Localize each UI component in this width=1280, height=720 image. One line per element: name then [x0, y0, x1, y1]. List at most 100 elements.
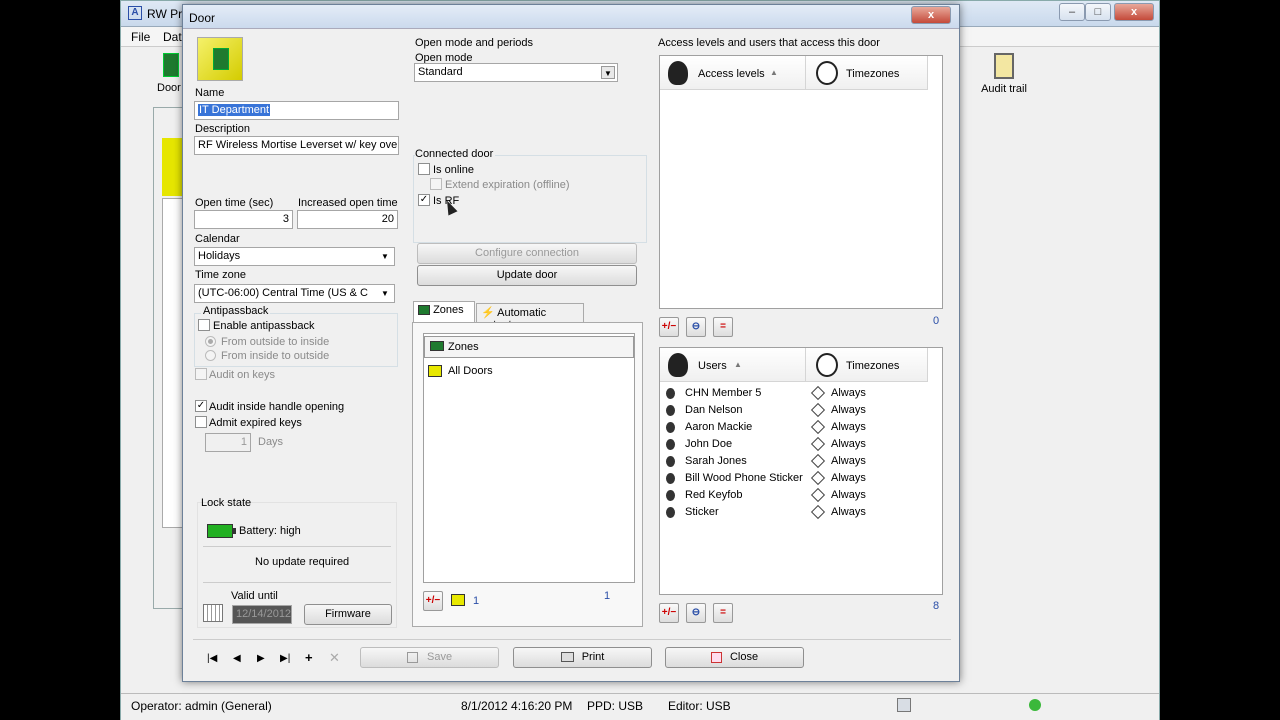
battery-label: Battery: high — [239, 525, 301, 537]
user-timezone: Always — [831, 421, 866, 433]
add-record-icon[interactable]: + — [305, 650, 313, 665]
chevron-down-icon: ▼ — [381, 252, 389, 261]
previous-record-icon[interactable]: ◀ — [233, 653, 241, 664]
user-timezone: Always — [831, 472, 866, 484]
last-record-icon[interactable]: ▶| — [280, 653, 290, 664]
increased-open-time-field[interactable]: 20 — [297, 210, 398, 229]
firmware-button[interactable]: Firmware — [304, 604, 392, 625]
zones-list: Zones All Doors — [423, 333, 635, 583]
save-label: Save — [426, 651, 453, 663]
menu-data[interactable]: Dat — [163, 30, 182, 44]
name-field[interactable]: IT Department — [194, 101, 399, 120]
extend-expiration-checkbox[interactable] — [430, 178, 442, 190]
maximize-button[interactable]: □ — [1085, 3, 1111, 21]
table-row[interactable]: Red Keyfob Always — [660, 487, 942, 504]
is-online-checkbox[interactable] — [418, 163, 430, 175]
table-row[interactable]: CHN Member 5 Always — [660, 385, 942, 402]
access-title: Access levels and users that access this… — [658, 37, 880, 49]
refresh-icon — [1029, 699, 1041, 711]
configure-connection-button[interactable]: Configure connection — [417, 243, 637, 264]
delete-record-icon[interactable]: ✕ — [329, 650, 340, 666]
table-row[interactable]: Sarah Jones Always — [660, 453, 942, 470]
days-field[interactable]: 1 — [205, 433, 251, 452]
dialog-close-button[interactable]: x — [911, 6, 951, 24]
edit-access-levels-button[interactable]: +/− — [659, 317, 679, 337]
open-time-field[interactable]: 3 — [194, 210, 293, 229]
extend-expiration-label: Extend expiration (offline) — [445, 179, 570, 191]
days-label: Days — [258, 436, 284, 448]
valid-until-field[interactable]: 12/14/2012 — [232, 605, 292, 624]
time-zone-select[interactable]: (UTC-06:00) Central Time (US & C ▼ — [194, 284, 395, 303]
access-levels-column-header[interactable]: Access levels ▲ — [660, 56, 806, 90]
minimize-button[interactable]: – — [1059, 3, 1085, 21]
audit-on-keys-checkbox[interactable] — [195, 368, 207, 380]
save-icon — [406, 651, 418, 663]
table-row[interactable]: Sticker Always — [660, 504, 942, 521]
audit-inside-checkbox[interactable]: ✓ — [195, 400, 207, 412]
user-icon — [666, 490, 675, 501]
name-label: Name — [195, 87, 225, 99]
open-mode-select[interactable]: Standard ▼ — [414, 63, 618, 82]
equal-user-button[interactable]: = — [713, 603, 733, 623]
user-timezone: Always — [831, 506, 866, 518]
zones-header-label: Zones — [448, 341, 479, 353]
table-row[interactable]: Dan Nelson Always — [660, 402, 942, 419]
chevron-down-icon: ▼ — [601, 66, 615, 79]
users-column-header[interactable]: Users ▲ — [660, 348, 806, 382]
zones-count-b: 1 — [604, 590, 611, 602]
from-inside-radio[interactable] — [205, 350, 216, 361]
connected-door-label: Connected door — [415, 148, 496, 160]
access-timezones-column-header[interactable]: Timezones — [806, 56, 928, 90]
table-row[interactable]: John Doe Always — [660, 436, 942, 453]
admit-expired-checkbox[interactable] — [195, 416, 207, 428]
user-icon — [666, 439, 675, 450]
valid-until-label: Valid until — [231, 590, 278, 602]
always-icon — [810, 402, 826, 418]
is-online-label: Is online — [433, 164, 474, 176]
users-timezones-header-label: Timezones — [846, 360, 900, 372]
access-levels-list: Access levels ▲ Timezones — [659, 55, 943, 309]
equal-access-level-button[interactable]: = — [713, 317, 733, 337]
next-record-icon[interactable]: ▶ — [257, 653, 265, 664]
is-rf-checkbox[interactable]: ✓ — [418, 194, 430, 206]
tab-zones[interactable]: Zones — [413, 301, 475, 322]
users-timezones-column-header[interactable]: Timezones — [806, 348, 928, 382]
user-timezone: Always — [831, 489, 866, 501]
toolbar-audit-trail-button[interactable]: Audit trail — [979, 53, 1029, 97]
print-button[interactable]: Print — [513, 647, 652, 668]
status-datetime: 8/1/2012 4:16:20 PM — [461, 699, 573, 713]
table-row[interactable]: Aaron Mackie Always — [660, 419, 942, 436]
open-mode-value: Standard — [418, 66, 463, 78]
description-label: Description — [195, 123, 251, 135]
from-outside-radio[interactable] — [205, 336, 216, 347]
close-button[interactable]: Close — [665, 647, 804, 668]
print-label: Print — [581, 651, 605, 663]
edit-users-button[interactable]: +/− — [659, 603, 679, 623]
user-name: Sticker — [685, 506, 719, 518]
enable-antipassback-checkbox[interactable] — [198, 319, 210, 331]
remove-user-button[interactable]: ⊖ — [686, 603, 706, 623]
toolbar-audit-trail-label: Audit trail — [981, 83, 1027, 95]
update-door-button[interactable]: Update door — [417, 265, 637, 286]
user-timezone: Always — [831, 387, 866, 399]
app-close-button[interactable]: x — [1114, 3, 1154, 21]
user-timezone: Always — [831, 455, 866, 467]
door-icon — [213, 48, 229, 70]
exit-icon — [710, 651, 722, 663]
name-value: IT Department — [198, 104, 271, 116]
save-button[interactable]: Save — [360, 647, 499, 668]
access-count: 0 — [933, 315, 940, 327]
tab-automatic-outputs[interactable]: ⚡ Automatic outputs — [476, 303, 584, 331]
user-timezone: Always — [831, 438, 866, 450]
sort-up-icon: ▲ — [734, 360, 742, 369]
from-outside-label: From outside to inside — [221, 336, 330, 348]
calendar-select[interactable]: Holidays ▼ — [194, 247, 395, 266]
menu-file[interactable]: File — [131, 30, 150, 44]
description-field[interactable]: RF Wireless Mortise Leverset w/ key over… — [194, 136, 399, 155]
remove-access-level-button[interactable]: ⊖ — [686, 317, 706, 337]
first-record-icon[interactable]: |◀ — [207, 653, 217, 664]
open-mode-group-label: Open mode and periods — [415, 37, 534, 49]
edit-zones-button[interactable]: +/− — [423, 591, 443, 611]
dialog-title: Door — [189, 11, 216, 25]
table-row[interactable]: Bill Wood Phone Sticker Always — [660, 470, 942, 487]
